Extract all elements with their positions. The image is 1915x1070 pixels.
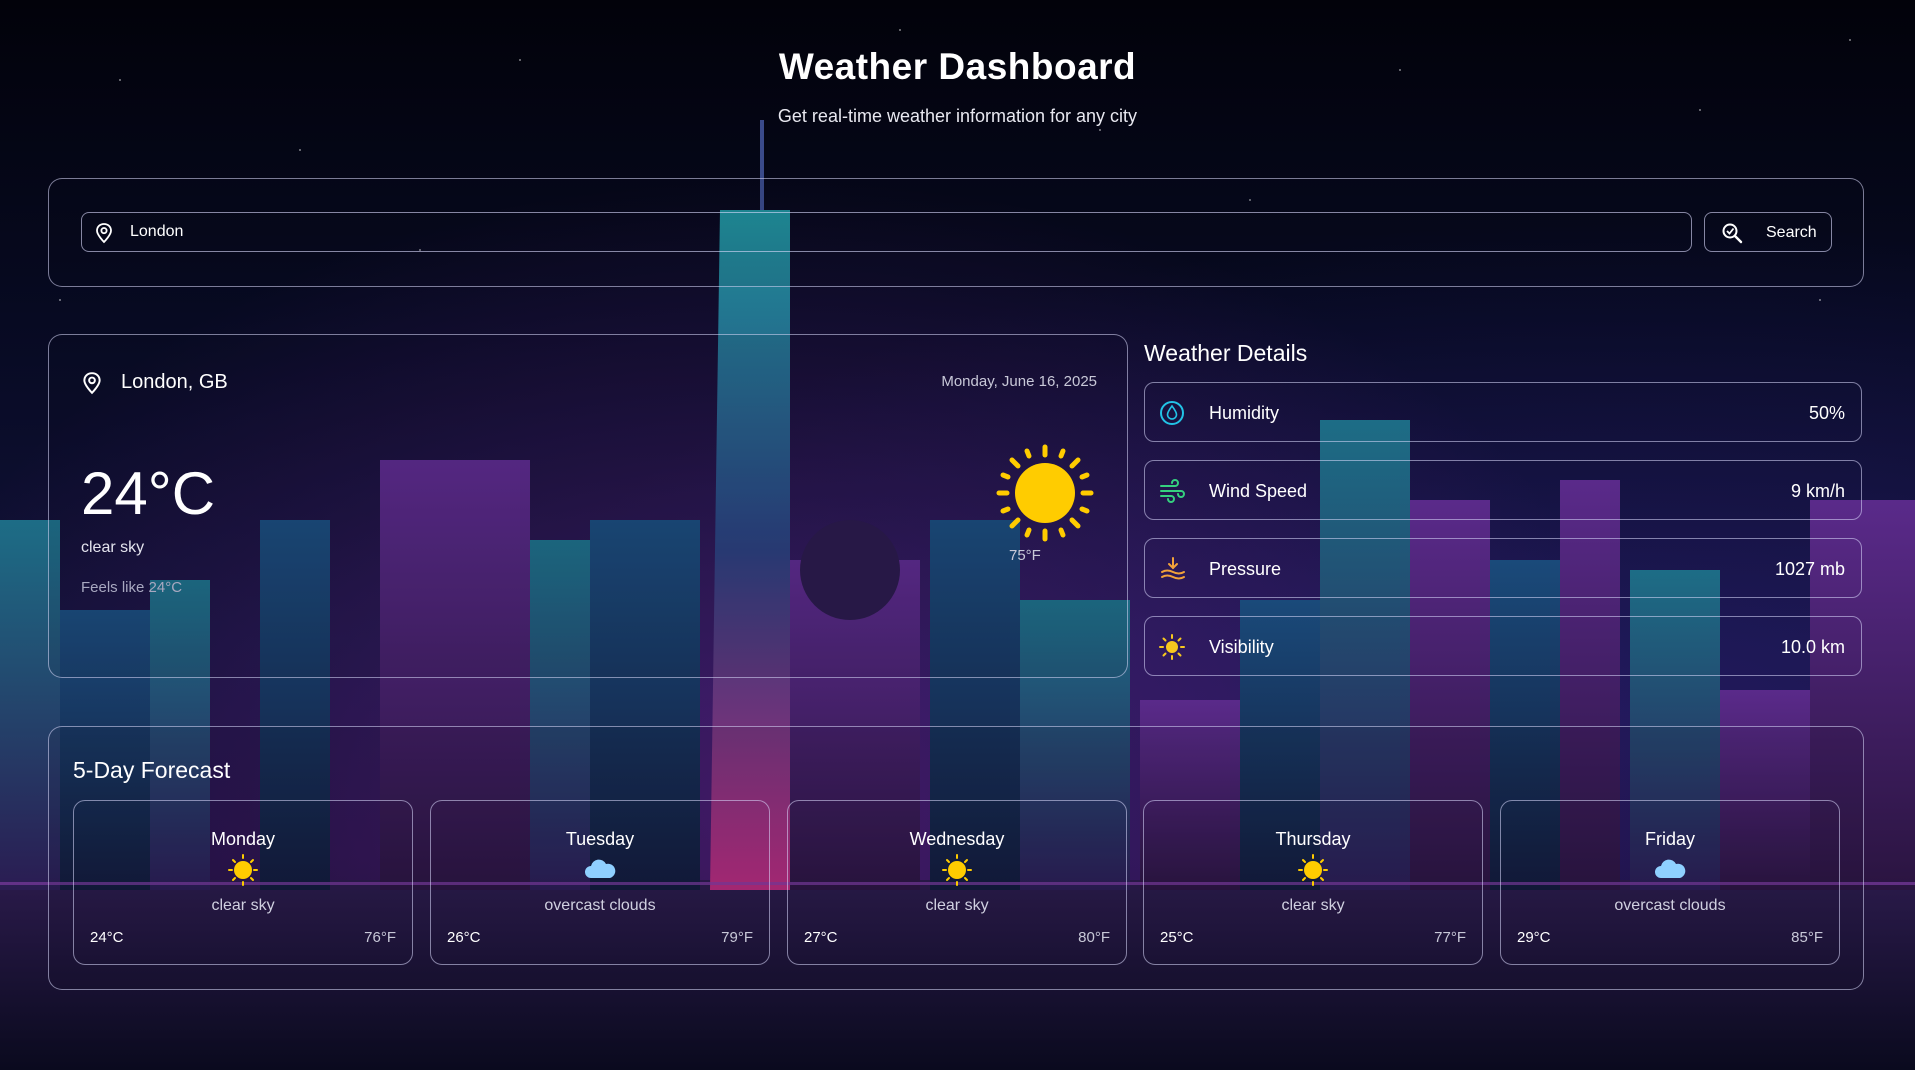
forecast-day: Monday	[210, 829, 276, 849]
forecast-card-friday: Friday overcast clouds 29°C 85°F	[1500, 800, 1840, 965]
detail-value: 9 km/h	[1790, 481, 1845, 501]
current-weather-card: London, GB Monday, June 16, 2025 24°C cl…	[48, 334, 1128, 678]
detail-value: 50%	[1808, 403, 1845, 423]
forecast-day: Wednesday	[909, 829, 1005, 849]
forecast-day: Friday	[1644, 829, 1695, 849]
current-location: London, GB	[121, 371, 228, 393]
search-icon	[1721, 222, 1743, 249]
pressure-icon	[1159, 556, 1187, 587]
forecast-temp-c: 29°C	[1517, 929, 1551, 946]
sun-icon	[993, 441, 1097, 550]
forecast-temp-f: 80°F	[1078, 929, 1110, 946]
forecast-description: clear sky	[925, 897, 989, 914]
search-panel: London Search	[48, 178, 1864, 287]
forecast-card-monday: Monday clear sky 24°C 76°F	[73, 800, 413, 965]
forecast-temp-c: 26°C	[447, 929, 481, 946]
detail-pressure: Pressure 1027 mb	[1144, 538, 1862, 598]
forecast-card-thursday: Thursday clear sky 25°C 77°F	[1143, 800, 1483, 965]
detail-label: Pressure	[1209, 559, 1282, 579]
forecast-temp-c: 24°C	[90, 929, 124, 946]
current-temperature-f: 75°F	[1009, 547, 1041, 564]
detail-label: Humidity	[1209, 403, 1280, 423]
humidity-icon	[1159, 400, 1185, 431]
detail-humidity: Humidity 50%	[1144, 382, 1862, 442]
page-title: Weather Dashboard	[778, 46, 1137, 87]
detail-visibility: Visibility 10.0 km	[1144, 616, 1862, 676]
forecast-description: clear sky	[211, 897, 275, 914]
forecast-temp-c: 25°C	[1160, 929, 1194, 946]
page-subtitle: Get real-time weather information for an…	[777, 106, 1138, 126]
detail-value: 1027 mb	[1774, 559, 1845, 579]
current-temperature: 24°C	[81, 460, 216, 527]
current-date: Monday, June 16, 2025	[941, 373, 1097, 390]
detail-label: Wind Speed	[1209, 481, 1308, 501]
city-search-input[interactable]: London	[81, 212, 1692, 252]
forecast-title: 5-Day Forecast	[73, 757, 231, 783]
search-input-value: London	[130, 223, 184, 240]
visibility-icon	[1159, 634, 1185, 665]
cloud-icon	[582, 854, 618, 886]
forecast-temp-c: 27°C	[804, 929, 838, 946]
forecast-panel: 5-Day Forecast Monday clear sky 24°C 76°…	[48, 726, 1864, 990]
forecast-description: overcast clouds	[1614, 897, 1726, 914]
forecast-card-tuesday: Tuesday overcast clouds 26°C 79°F	[430, 800, 770, 965]
forecast-day: Tuesday	[565, 829, 635, 849]
wind-icon	[1159, 478, 1187, 509]
sun-icon	[1295, 854, 1331, 886]
forecast-card-wednesday: Wednesday clear sky 27°C 80°F	[787, 800, 1127, 965]
forecast-temp-f: 79°F	[721, 929, 753, 946]
detail-label: Visibility	[1209, 637, 1274, 657]
feels-like: Feels like 24°C	[81, 579, 183, 596]
current-description: clear sky	[81, 539, 145, 556]
sun-icon	[225, 854, 261, 886]
forecast-description: overcast clouds	[544, 897, 656, 914]
forecast-day: Thursday	[1275, 829, 1351, 849]
forecast-description: clear sky	[1281, 897, 1345, 914]
location-pin-icon	[94, 222, 114, 249]
search-button[interactable]: Search	[1704, 212, 1832, 252]
forecast-temp-f: 77°F	[1434, 929, 1466, 946]
search-button-label: Search	[1766, 224, 1817, 241]
forecast-temp-f: 76°F	[364, 929, 396, 946]
detail-wind-speed: Wind Speed 9 km/h	[1144, 460, 1862, 520]
cloud-icon	[1652, 854, 1688, 886]
sun-icon	[939, 854, 975, 886]
location-pin-icon	[81, 371, 103, 400]
weather-details-title: Weather Details	[1144, 340, 1308, 366]
forecast-temp-f: 85°F	[1791, 929, 1823, 946]
detail-value: 10.0 km	[1780, 637, 1845, 657]
